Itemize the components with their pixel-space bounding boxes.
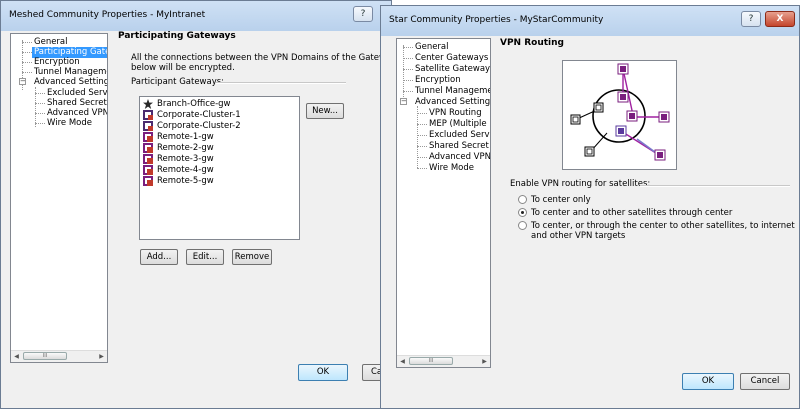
meshed-window-title: Meshed Community Properties - MyIntranet	[9, 10, 206, 20]
tree-item-wire-mode[interactable]: Wire Mode	[429, 163, 474, 174]
tree-item-shared-secret[interactable]: Shared Secret	[429, 141, 489, 152]
tree-item-advanced-settings[interactable]: Advanced Settings	[34, 77, 107, 88]
meshed-description-line2: below will be encrypted.	[131, 63, 235, 73]
scroll-left-icon[interactable]: ◀	[398, 357, 407, 366]
star-tree-hscrollbar[interactable]: ◀ III ▶	[397, 355, 490, 367]
vpn-routing-diagram	[562, 60, 677, 170]
gateway-label: Remote-5-gw	[157, 176, 214, 186]
remove-gateway-button[interactable]: Remove	[232, 249, 272, 265]
routing-options-label: Enable VPN routing for satellites:	[510, 179, 651, 189]
tree-item-general[interactable]: General	[415, 42, 449, 53]
edit-gateway-button[interactable]: Edit...	[186, 249, 224, 265]
meshed-tree-hscrollbar[interactable]: ◀ III ▶	[11, 350, 107, 362]
collapse-icon[interactable]: −	[19, 78, 26, 85]
gateway-label: Remote-4-gw	[157, 165, 214, 175]
star-client-area: − General Center Gateways Satellite Gate…	[388, 36, 795, 401]
star-properties-window: Star Community Properties - MyStarCommun…	[380, 5, 800, 409]
tree-item-vpn-routing[interactable]: VPN Routing	[429, 108, 482, 119]
tree-item-tunnel-management[interactable]: Tunnel Management	[415, 86, 490, 97]
tree-item-satellite-gateways[interactable]: Satellite Gateways	[415, 64, 490, 75]
tree-item-excluded-services[interactable]: Excluded Services	[429, 130, 490, 141]
radio-center-internet[interactable]	[518, 221, 527, 230]
gateway-icon	[143, 176, 153, 186]
star-ok-button[interactable]: OK	[682, 373, 734, 390]
scroll-thumb[interactable]: III	[409, 357, 453, 365]
meshed-title-bar[interactable]: Meshed Community Properties - MyIntranet…	[1, 1, 391, 31]
tree-item-mep[interactable]: MEP (Multiple Entry	[429, 119, 490, 130]
collapse-icon[interactable]: −	[400, 98, 407, 105]
tree-item-wire-mode[interactable]: Wire Mode	[47, 118, 92, 129]
meshed-page-heading: Participating Gateways	[118, 31, 236, 41]
star-title-bar[interactable]: Star Community Properties - MyStarCommun…	[381, 6, 799, 36]
tree-item-encryption[interactable]: Encryption	[415, 75, 461, 86]
star-cancel-button[interactable]: Cancel	[740, 373, 790, 390]
gateway-star-icon	[143, 99, 153, 109]
gateway-icon	[143, 165, 153, 175]
scroll-right-icon[interactable]: ▶	[97, 352, 106, 361]
option-center-only-label: To center only	[531, 195, 591, 205]
gateway-icon	[143, 154, 153, 164]
gateway-icon	[143, 143, 153, 153]
star-category-tree[interactable]: − General Center Gateways Satellite Gate…	[396, 38, 491, 368]
star-page-heading: VPN Routing	[500, 38, 564, 48]
gateway-label: Remote-3-gw	[157, 154, 214, 164]
routing-separator	[640, 185, 790, 187]
star-topology-icon	[570, 63, 670, 161]
option-center-internet-label-line2: and other VPN targets	[531, 231, 626, 241]
gateway-label: Corporate-Cluster-2	[157, 121, 241, 131]
tree-item-advanced-settings[interactable]: Advanced Settings	[415, 97, 490, 108]
star-window-title: Star Community Properties - MyStarCommun…	[389, 15, 604, 25]
gateway-label: Branch-Office-gw	[157, 99, 231, 109]
participants-separator	[216, 82, 346, 84]
meshed-client-area: − General Participating Gateways Encrypt…	[8, 31, 402, 401]
option-center-internet-label: To center, or through the center to othe…	[531, 221, 795, 231]
gateway-label: Remote-1-gw	[157, 132, 214, 142]
radio-center-only[interactable]	[518, 195, 527, 204]
participant-gateways-list[interactable]: Branch-Office-gw Corporate-Cluster-1 Cor…	[139, 96, 300, 240]
star-help-button[interactable]: ?	[741, 11, 761, 27]
tree-item-advanced-vpn[interactable]: Advanced VPN Pr	[429, 152, 490, 163]
meshed-help-button[interactable]: ?	[353, 6, 373, 22]
scroll-thumb[interactable]: III	[23, 352, 67, 360]
meshed-category-tree[interactable]: − General Participating Gateways Encrypt…	[10, 33, 108, 363]
participants-label: Participant Gateways:	[131, 77, 225, 87]
radio-center-and-satellites[interactable]	[518, 208, 527, 217]
new-gateway-button[interactable]: New...	[306, 103, 344, 119]
add-gateway-button[interactable]: Add...	[140, 249, 178, 265]
meshed-description-line1: All the connections between the VPN Doma…	[131, 53, 401, 63]
cluster-icon	[143, 110, 153, 120]
scroll-left-icon[interactable]: ◀	[12, 352, 21, 361]
gateway-icon	[143, 132, 153, 142]
option-center-satellites-label: To center and to other satellites throug…	[531, 208, 733, 218]
meshed-properties-window: Meshed Community Properties - MyIntranet…	[0, 0, 402, 409]
gateway-label: Remote-2-gw	[157, 143, 214, 153]
scroll-right-icon[interactable]: ▶	[480, 357, 489, 366]
tree-item-center-gateways[interactable]: Center Gateways	[415, 53, 488, 64]
star-close-button[interactable]: X	[765, 11, 795, 27]
gateway-label: Corporate-Cluster-1	[157, 110, 241, 120]
cluster-icon	[143, 121, 153, 131]
meshed-ok-button[interactable]: OK	[298, 364, 348, 381]
